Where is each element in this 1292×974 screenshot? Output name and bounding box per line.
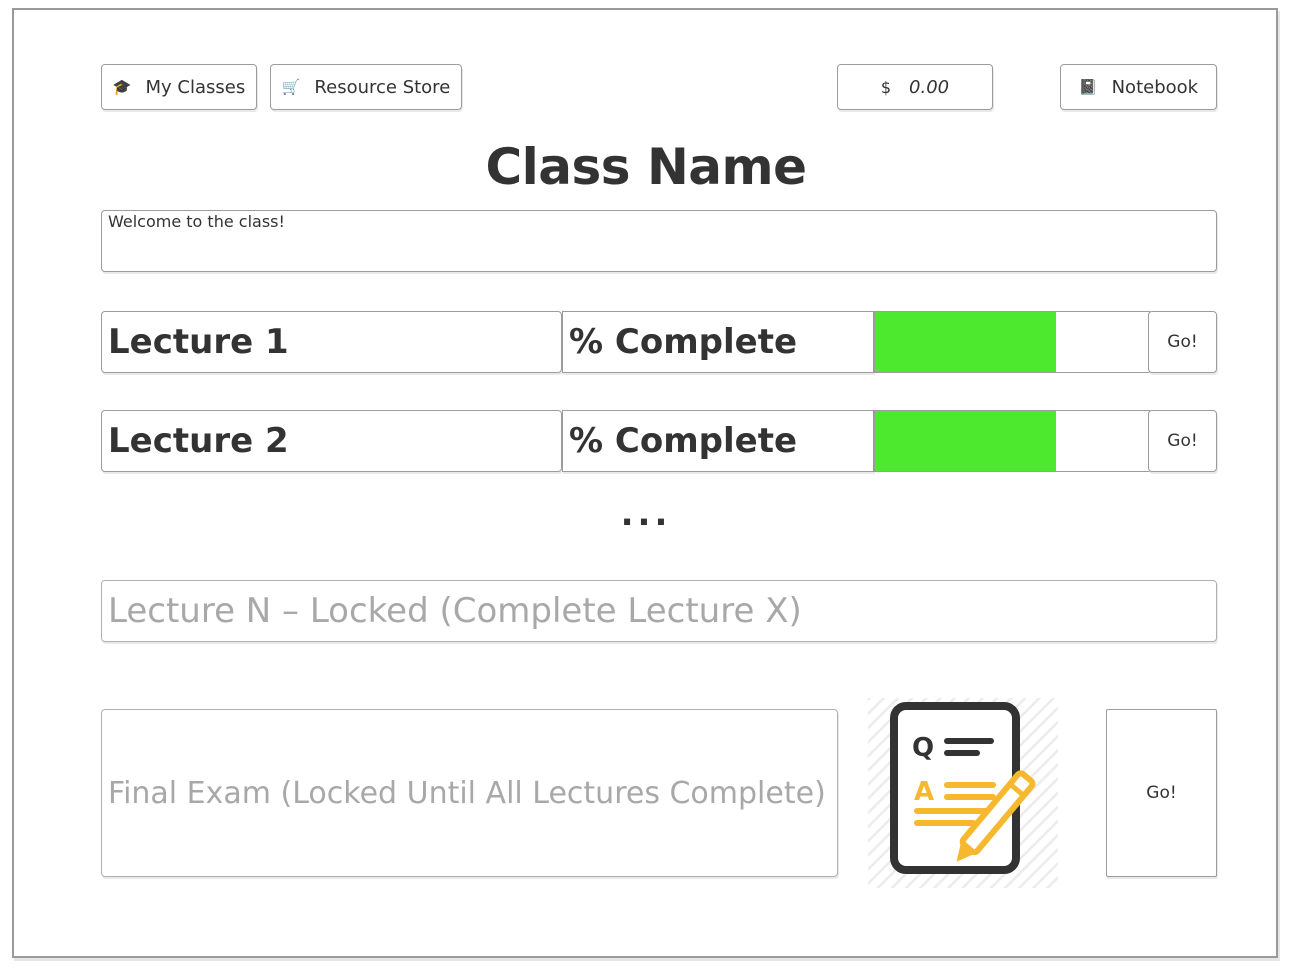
lecture-2-progress-bar	[874, 410, 1150, 472]
welcome-message: Welcome to the class!	[101, 210, 1217, 272]
lecture-1-progress-bar	[874, 311, 1150, 373]
notebook-button[interactable]: 📓 Notebook	[1060, 64, 1217, 110]
lecture-1-status: % Complete	[562, 311, 874, 373]
balance-amount: 0.00	[909, 76, 950, 98]
balance-display: $ 0.00	[837, 64, 993, 110]
lecture-1-go-button[interactable]: Go!	[1148, 311, 1217, 373]
locked-lecture: Lecture N – Locked (Complete Lecture X)	[101, 580, 1217, 642]
currency-symbol: $	[880, 77, 892, 97]
resource-store-label: Resource Store	[314, 76, 451, 98]
lecture-1-name[interactable]: Lecture 1	[101, 311, 562, 373]
lecture-1-progress-fill	[875, 312, 1056, 372]
graduation-cap-icon: 🎓	[112, 78, 132, 96]
my-classes-label: My Classes	[145, 76, 246, 98]
notebook-icon: 📓	[1078, 78, 1098, 96]
svg-text:A: A	[914, 777, 934, 807]
resource-store-button[interactable]: 🛒 Resource Store	[270, 64, 462, 110]
svg-text:Q: Q	[912, 733, 934, 763]
lecture-2-name[interactable]: Lecture 2	[101, 410, 562, 472]
more-lectures-ellipsis: ...	[620, 494, 672, 534]
page-title: Class Name	[485, 138, 807, 196]
final-exam-box: Final Exam (Locked Until All Lectures Co…	[101, 709, 838, 877]
my-classes-button[interactable]: 🎓 My Classes	[101, 64, 257, 110]
cart-icon: 🛒	[281, 78, 301, 96]
lecture-2-go-button[interactable]: Go!	[1148, 410, 1217, 472]
exam-paper-icon: Q A	[868, 698, 1058, 888]
notebook-label: Notebook	[1111, 76, 1199, 98]
lecture-2-progress-fill	[875, 411, 1056, 471]
lecture-2-status: % Complete	[562, 410, 874, 472]
final-exam-go-button[interactable]: Go!	[1106, 709, 1217, 877]
